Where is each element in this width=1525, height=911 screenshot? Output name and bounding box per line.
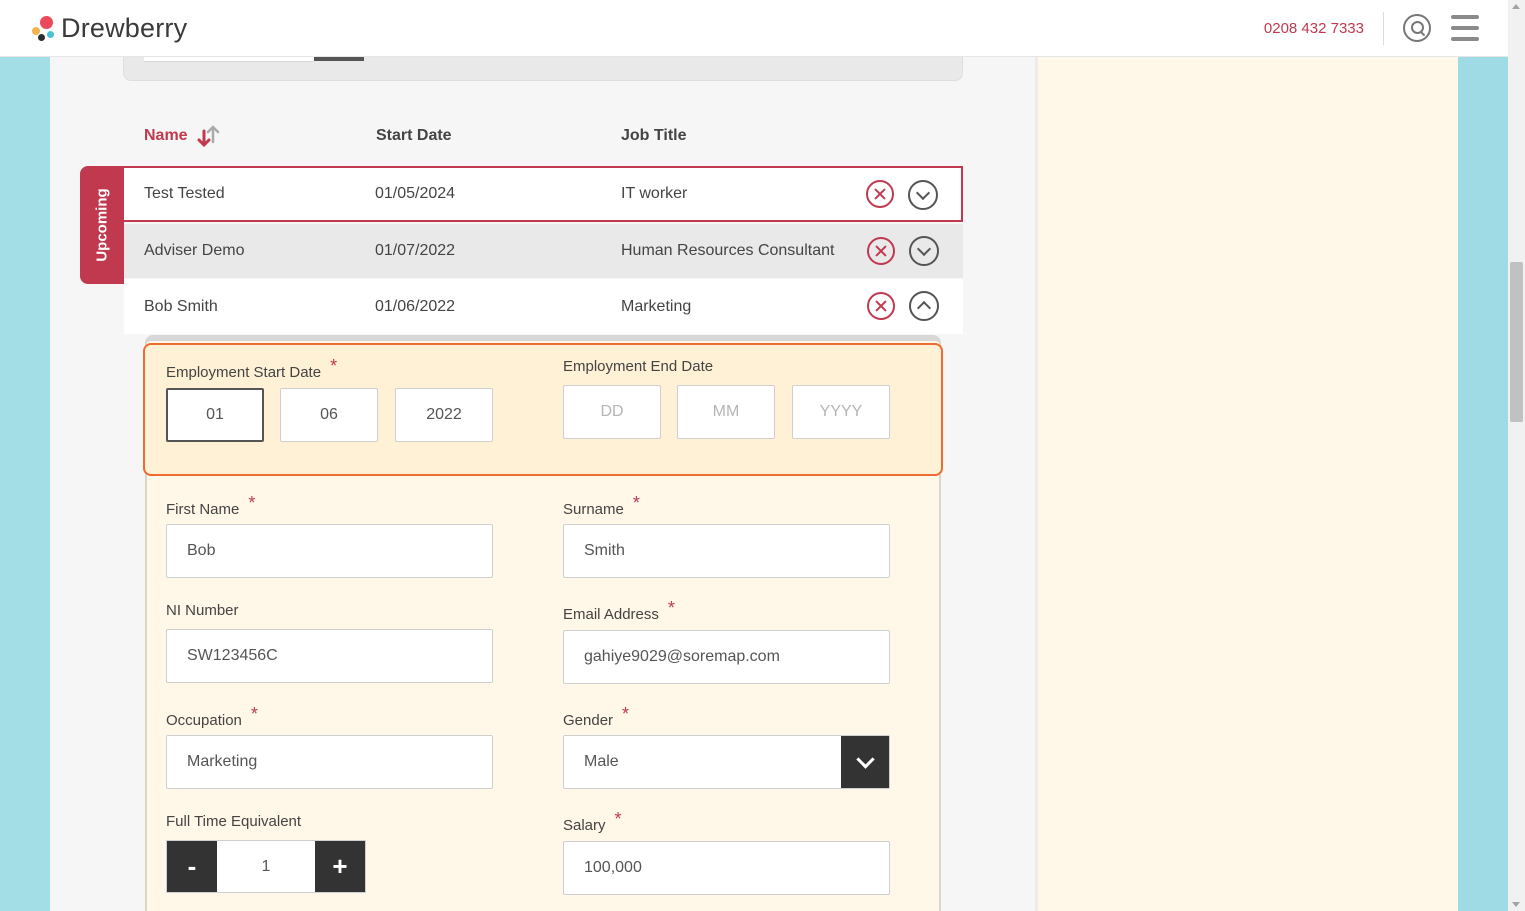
column-header-job-title[interactable]: Job Title: [621, 127, 687, 145]
sort-icon[interactable]: [196, 123, 222, 149]
chevron-down-icon[interactable]: [841, 736, 889, 788]
start-day-input[interactable]: 01: [166, 388, 264, 442]
table-row[interactable]: Test Tested 01/05/2024 IT worker: [124, 166, 963, 222]
first-name-label: First Name *: [166, 493, 256, 518]
brand-logo[interactable]: Drewberry: [31, 12, 187, 44]
email-label: Email Address *: [563, 598, 675, 623]
row-name: Bob Smith: [144, 297, 218, 315]
table-row[interactable]: Adviser Demo 01/07/2022 Human Resources …: [124, 224, 963, 278]
expand-chevron-icon[interactable]: [908, 180, 938, 210]
scroll-up-icon[interactable]: [1512, 4, 1520, 9]
occupation-input[interactable]: Marketing: [166, 735, 493, 789]
decrement-button[interactable]: -: [167, 841, 217, 892]
fte-value[interactable]: 1: [217, 841, 315, 892]
row-job-title: IT worker: [621, 185, 688, 202]
fte-label: Full Time Equivalent: [166, 813, 302, 830]
row-start-date: 01/07/2022: [375, 242, 456, 259]
increment-button[interactable]: +: [315, 841, 365, 892]
side-panel: [1038, 57, 1458, 911]
site-header: Drewberry 0208 432 7333: [0, 0, 1508, 57]
upcoming-badge: Upcoming: [80, 166, 124, 284]
brand-name: Drewberry: [61, 12, 188, 43]
end-year-input[interactable]: YYYY: [792, 385, 890, 439]
row-start-date: 01/05/2024: [375, 185, 456, 202]
scrollbar[interactable]: [1508, 0, 1525, 911]
surname-input[interactable]: Smith: [563, 524, 890, 578]
employment-start-label: Employment Start Date *: [166, 356, 338, 381]
scrollbar-thumb[interactable]: [1510, 262, 1523, 422]
surname-label: Surname *: [563, 493, 640, 518]
row-job-title: Marketing: [621, 297, 692, 315]
column-header-start-date[interactable]: Start Date: [376, 127, 452, 145]
occupation-label: Occupation *: [166, 704, 258, 729]
upcoming-label: Upcoming: [93, 188, 111, 262]
gender-label: Gender *: [563, 704, 630, 729]
filter-input[interactable]: [144, 57, 314, 62]
page-background-left: [0, 57, 50, 911]
salary-label: Salary *: [563, 809, 622, 834]
fte-stepper[interactable]: - 1 +: [166, 840, 366, 893]
logo-dots-icon: [31, 14, 57, 42]
gender-select[interactable]: Male: [563, 735, 890, 789]
scroll-down-icon[interactable]: [1512, 902, 1520, 907]
end-day-input[interactable]: DD: [563, 385, 661, 439]
table-row[interactable]: Bob Smith 01/06/2022 Marketing: [124, 279, 963, 334]
row-start-date: 01/06/2022: [375, 297, 456, 315]
hamburger-menu-icon[interactable]: [1451, 15, 1479, 41]
expand-chevron-icon[interactable]: [909, 236, 939, 266]
filter-panel: [123, 57, 963, 81]
row-name: Test Tested: [144, 185, 225, 202]
ni-number-input[interactable]: SW123456C: [166, 629, 493, 683]
header-divider: [1383, 12, 1384, 45]
ni-number-label: NI Number: [166, 602, 239, 619]
end-month-input[interactable]: MM: [677, 385, 775, 439]
start-month-input[interactable]: 06: [280, 388, 378, 442]
remove-icon[interactable]: [866, 180, 894, 208]
row-job-title: Human Resources Consultant: [621, 242, 835, 259]
remove-icon[interactable]: [867, 237, 895, 265]
employment-end-label: Employment End Date: [563, 358, 714, 375]
phone-link[interactable]: 0208 432 7333: [1264, 20, 1364, 37]
first-name-input[interactable]: Bob: [166, 524, 493, 578]
search-icon[interactable]: [1403, 14, 1431, 42]
filter-button[interactable]: [314, 57, 364, 61]
remove-icon[interactable]: [867, 292, 895, 320]
email-input[interactable]: gahiye9029@soremap.com: [563, 630, 890, 684]
start-year-input[interactable]: 2022: [395, 388, 493, 442]
collapse-chevron-icon[interactable]: [909, 291, 939, 321]
page-background-right: [1458, 57, 1508, 911]
salary-input[interactable]: 100,000: [563, 841, 890, 895]
column-header-name[interactable]: Name: [144, 127, 188, 145]
row-name: Adviser Demo: [144, 242, 245, 259]
